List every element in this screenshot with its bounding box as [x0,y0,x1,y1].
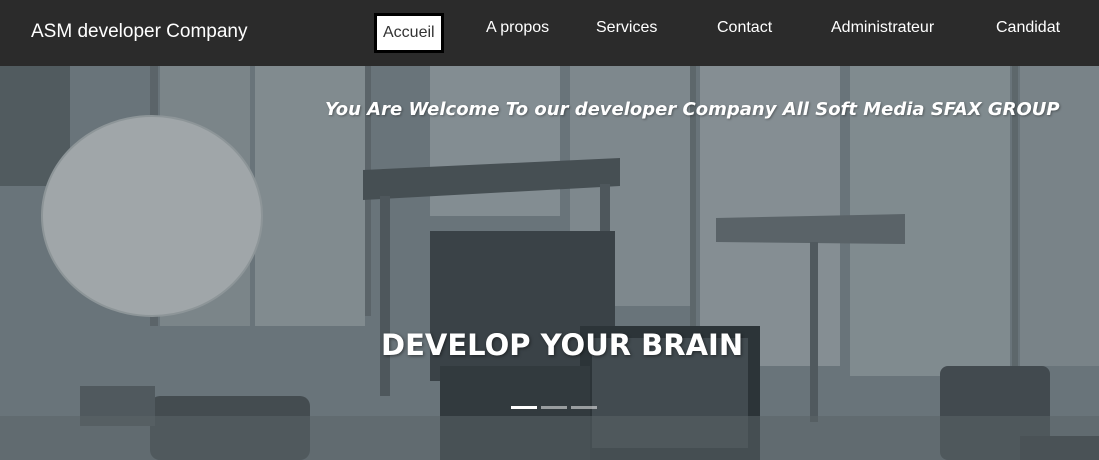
office-background-image [0,66,1099,460]
carousel-indicator-1[interactable] [511,406,537,409]
carousel-indicator-3[interactable] [571,406,597,409]
brand-logo-text[interactable]: ASM developer Company [31,21,248,43]
carousel-indicators [511,406,597,409]
nav-a-propos[interactable]: A propos [486,19,549,37]
nav-candidat[interactable]: Candidat [996,19,1060,37]
top-navbar: ASM developer Company Accueil A propos S… [0,0,1099,66]
nav-contact[interactable]: Contact [717,19,772,37]
welcome-message: You Are Welcome To our developer Company… [325,99,1060,120]
hero-headline: DEVELOP YOUR BRAIN [381,328,744,362]
nav-administrateur[interactable]: Administrateur [831,19,934,37]
nav-services[interactable]: Services [596,19,657,37]
nav-accueil[interactable]: Accueil [372,11,446,55]
hero-carousel: You Are Welcome To our developer Company… [0,66,1099,460]
carousel-indicator-2[interactable] [541,406,567,409]
